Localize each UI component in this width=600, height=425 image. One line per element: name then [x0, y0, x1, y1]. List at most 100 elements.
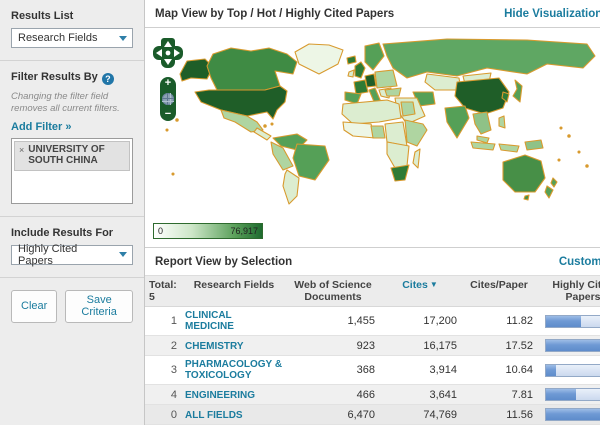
- cites-value: 74,769: [379, 405, 461, 425]
- field-link[interactable]: ALL FIELDS: [185, 410, 243, 421]
- table-row: 3 PHARMACOLOGY & TOXICOLOGY 368 3,914 10…: [145, 356, 600, 385]
- country-japan[interactable]: [513, 80, 522, 102]
- country-brazil[interactable]: [293, 144, 329, 180]
- country-indonesia-west[interactable]: [471, 142, 495, 150]
- country-india[interactable]: [445, 106, 469, 138]
- results-list-section: Results List Research Fields: [0, 0, 144, 61]
- results-list-select[interactable]: Research Fields: [11, 28, 133, 48]
- cpp-value: 11.82: [461, 307, 537, 336]
- table-row: 2 CHEMISTRY 923 16,175 17.52 26: [145, 336, 600, 356]
- country-ireland[interactable]: [348, 70, 354, 77]
- include-results-select[interactable]: Highly Cited Papers: [11, 245, 133, 265]
- filter-listbox: × UNIVERSITY OF SOUTH CHINA: [11, 138, 133, 204]
- chevron-down-icon: [114, 246, 132, 264]
- region-west-africa[interactable]: [343, 122, 375, 138]
- field-link[interactable]: CHEMISTRY: [185, 341, 244, 352]
- field-link[interactable]: CLINICAL MEDICINE: [185, 310, 283, 332]
- field-link[interactable]: ENGINEERING: [185, 390, 255, 401]
- zoom-out-button[interactable]: −: [165, 109, 171, 119]
- col-total: Total: 5: [145, 276, 181, 307]
- col-wos-documents: Web of Science Documents: [287, 276, 379, 307]
- country-philippines[interactable]: [499, 116, 505, 128]
- rank: 2: [145, 336, 181, 356]
- map-controls: + −: [151, 36, 187, 121]
- country-scandinavia[interactable]: [365, 43, 384, 70]
- country-tasmania[interactable]: [524, 195, 529, 200]
- globe-icon[interactable]: [162, 93, 174, 105]
- cites-sort-link[interactable]: Cites▼: [402, 279, 438, 291]
- col-cites: Cites▼: [379, 276, 461, 307]
- pan-control[interactable]: [151, 36, 185, 70]
- hcp-bar: 9: [545, 388, 600, 401]
- rank: 0: [145, 405, 181, 425]
- add-filter-link[interactable]: Add Filter »: [11, 121, 72, 133]
- country-iceland[interactable]: [347, 56, 356, 64]
- region-eastern-europe[interactable]: [375, 70, 397, 88]
- country-malaysia[interactable]: [477, 136, 489, 143]
- customize-link[interactable]: Customize: [559, 256, 600, 268]
- region-north-africa[interactable]: [342, 100, 401, 124]
- zoom-in-button[interactable]: +: [165, 78, 171, 88]
- report-panel-header: Report View by Selection Customize: [145, 247, 600, 276]
- main-panel: Map View by Top / Hot / Highly Cited Pap…: [145, 0, 600, 425]
- cites-value: 16,175: [379, 336, 461, 356]
- remove-filter-icon[interactable]: ×: [19, 145, 24, 167]
- country-argentina[interactable]: [283, 170, 299, 204]
- map-panel-header: Map View by Top / Hot / Highly Cited Pap…: [145, 0, 600, 28]
- country-usa[interactable]: [195, 86, 287, 119]
- country-egypt[interactable]: [401, 102, 415, 116]
- sidebar-buttons: Clear Save Criteria: [0, 278, 144, 335]
- filter-by-label: Filter Results By?: [11, 71, 133, 85]
- country-canada[interactable]: [207, 48, 297, 90]
- table-row-all-fields: 0 ALL FIELDS 6,470 74,769 11.56 78: [145, 405, 600, 425]
- region-southern-africa[interactable]: [387, 142, 409, 168]
- hcp-bar: 3: [545, 364, 600, 377]
- country-madagascar[interactable]: [413, 149, 420, 168]
- country-papua-new-guinea[interactable]: [525, 140, 543, 150]
- cpp-value: 11.56: [461, 405, 537, 425]
- sort-descending-icon: ▼: [430, 280, 438, 289]
- world-map[interactable]: + − 0 76,917: [145, 28, 600, 247]
- country-france[interactable]: [354, 80, 368, 94]
- chevron-down-icon: [114, 29, 132, 47]
- save-criteria-button[interactable]: Save Criteria: [65, 290, 133, 323]
- zoom-control: + −: [160, 77, 176, 121]
- country-australia[interactable]: [503, 155, 545, 192]
- hide-visualization-link[interactable]: Hide Visualization —: [504, 8, 600, 20]
- choropleth-map[interactable]: [147, 34, 599, 247]
- country-turkey[interactable]: [385, 88, 401, 96]
- country-nigeria[interactable]: [371, 126, 385, 138]
- filter-chip[interactable]: × UNIVERSITY OF SOUTH CHINA: [14, 141, 130, 171]
- legend-min: 0: [158, 226, 163, 236]
- field-link[interactable]: PHARMACOLOGY & TOXICOLOGY: [185, 359, 283, 381]
- map-color-legend: 0 76,917: [153, 223, 263, 239]
- clear-button[interactable]: Clear: [11, 290, 57, 323]
- country-kazakhstan[interactable]: [425, 74, 461, 90]
- region-east-africa[interactable]: [405, 120, 427, 146]
- cites-value: 3,641: [379, 385, 461, 405]
- col-research-fields: Research Fields: [181, 276, 287, 307]
- country-new-zealand-south[interactable]: [545, 186, 553, 198]
- col-cites-per-paper: Cites/Paper: [461, 276, 537, 307]
- include-results-section: Include Results For Highly Cited Papers: [0, 217, 144, 278]
- include-results-value: Highly Cited Papers: [18, 243, 114, 267]
- cites-value: 3,914: [379, 356, 461, 385]
- country-uk[interactable]: [355, 62, 365, 78]
- country-new-zealand-north[interactable]: [551, 178, 557, 187]
- country-south-africa[interactable]: [391, 165, 409, 181]
- report-title: Report View by Selection: [155, 256, 292, 268]
- cpp-value: 7.81: [461, 385, 537, 405]
- docs-value: 368: [287, 356, 379, 385]
- help-icon[interactable]: ?: [102, 73, 114, 85]
- col-highly-cited-papers: Highly Cited Papers: [537, 276, 600, 307]
- sidebar: Results List Research Fields Filter Resu…: [0, 0, 145, 425]
- country-greenland[interactable]: [295, 44, 343, 74]
- country-indonesia-east[interactable]: [499, 144, 519, 152]
- country-russia[interactable]: [383, 39, 595, 78]
- docs-value: 1,455: [287, 307, 379, 336]
- region-southeast-asia[interactable]: [473, 112, 491, 134]
- cpp-value: 10.64: [461, 356, 537, 385]
- legend-max: 76,917: [230, 226, 258, 236]
- filter-note: Changing the filter field removes all cu…: [11, 91, 133, 115]
- filter-chip-label: UNIVERSITY OF SOUTH CHINA: [28, 144, 125, 167]
